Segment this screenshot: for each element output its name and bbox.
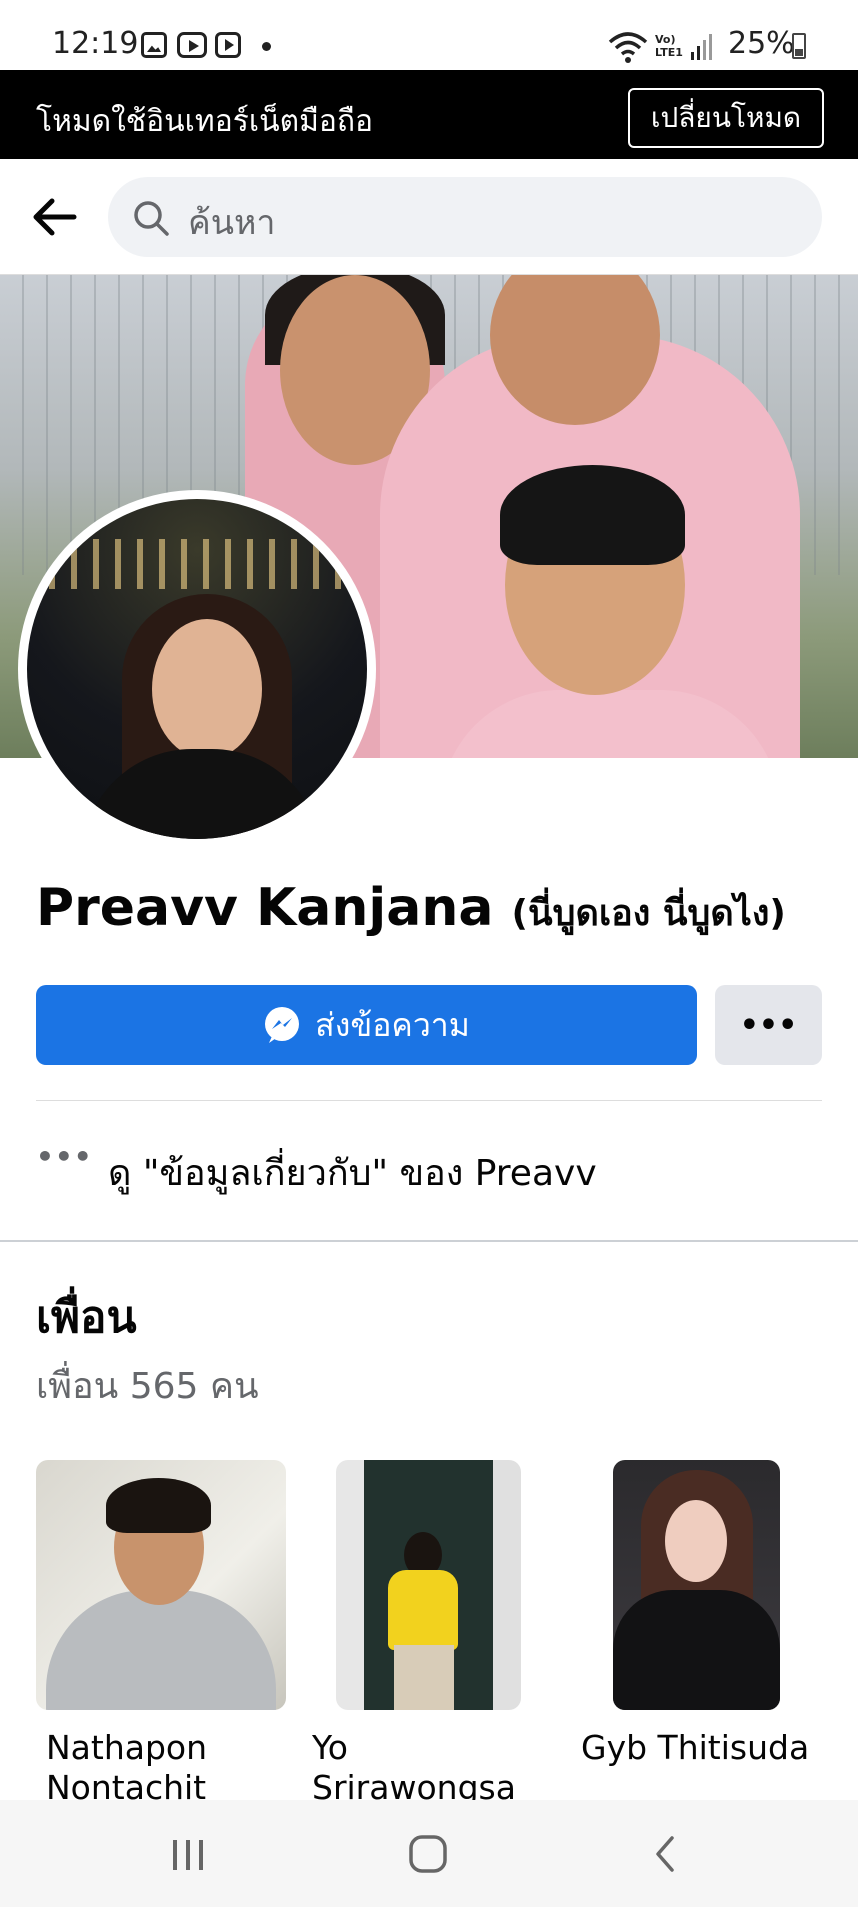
search-icon [134, 201, 169, 236]
divider [36, 1100, 822, 1101]
friend-figure [106, 1478, 211, 1533]
more-dots-icon: ••• [36, 1140, 93, 1173]
gallery-icon [141, 32, 167, 58]
notification-dot-icon [262, 42, 271, 51]
battery-percent: 25% [728, 26, 795, 61]
mobile-data-banner: โหมดใช้อินเทอร์เน็ตมือถือ เปลี่ยนโหมด [0, 70, 858, 159]
section-separator [0, 1240, 858, 1242]
battery-icon [792, 33, 806, 59]
back-icon[interactable] [650, 1834, 680, 1874]
home-icon[interactable] [408, 1834, 448, 1874]
friend-photo[interactable] [336, 1460, 521, 1710]
youtube-icon [177, 32, 207, 58]
search-box[interactable]: ค้นหา [108, 177, 822, 257]
signal-icon [691, 34, 712, 60]
friend-figure [394, 1645, 454, 1710]
profile-primary-name: Preavv Kanjana [36, 878, 494, 938]
profile-picture[interactable] [18, 490, 376, 848]
back-arrow-icon[interactable] [28, 191, 80, 243]
profile-person [152, 619, 262, 759]
recents-icon[interactable] [170, 1838, 206, 1872]
friends-title: เพื่อน [36, 1292, 137, 1343]
friend-name[interactable]: Gyb Thitisuda [581, 1728, 809, 1768]
profile-alternate-name: (นี่บูดเอง นี่บูดไง) [511, 893, 786, 934]
more-options-button[interactable]: ••• [715, 985, 822, 1065]
send-message-label: ส่งข้อความ [315, 1005, 470, 1044]
play-store-icon [215, 32, 241, 58]
about-link[interactable]: ดู "ข้อมูลเกี่ยวกับ" ของ Preavv [108, 1144, 597, 1201]
profile-bg-lights [27, 539, 367, 589]
send-message-button[interactable]: ส่งข้อความ [36, 985, 697, 1065]
friend-card[interactable]: Gyb Thitisuda [581, 1460, 809, 1767]
friend-figure [46, 1590, 276, 1710]
wifi-icon [608, 32, 648, 63]
navigation-bar [0, 1800, 858, 1907]
lte-line-2: LTE1 [655, 46, 683, 59]
search-input[interactable]: ค้นหา [188, 195, 276, 249]
messenger-icon [265, 1007, 300, 1043]
friend-figure [388, 1570, 458, 1650]
friend-card[interactable]: Yo Srirawongsa [312, 1460, 521, 1807]
switch-mode-button[interactable]: เปลี่ยนโหมด [628, 88, 824, 148]
cover-person [500, 465, 685, 565]
friend-name[interactable]: Yo Srirawongsa [312, 1728, 516, 1808]
friend-name-line-1: Gyb Thitisuda [581, 1728, 810, 1767]
friend-photo[interactable] [36, 1460, 286, 1710]
friend-name-line-1: Nathapon [46, 1728, 208, 1767]
friend-name[interactable]: Nathapon Nontachit [46, 1728, 207, 1808]
friend-figure [665, 1500, 727, 1582]
search-header: ค้นหา [0, 159, 858, 275]
about-row[interactable]: ••• ดู "ข้อมูลเกี่ยวกับ" ของ Preavv [36, 1140, 822, 1200]
banner-text: โหมดใช้อินเทอร์เน็ตมือถือ [36, 104, 374, 139]
lte-line-1: Vo) [655, 33, 676, 46]
status-bar: 12:19 Vo) LTE1 25% [0, 0, 858, 70]
profile-name: Preavv Kanjana (นี่บูดเอง นี่บูดไง) [36, 878, 786, 941]
lte-indicator: Vo) LTE1 [655, 33, 683, 59]
status-time: 12:19 [52, 26, 139, 61]
friend-card[interactable]: Nathapon Nontachit [36, 1460, 286, 1807]
friend-name-line-1: Yo [312, 1728, 348, 1767]
friend-figure [613, 1590, 780, 1710]
profile-picture-image [27, 499, 367, 839]
friend-photo[interactable] [613, 1460, 780, 1710]
friends-count[interactable]: เพื่อน 565 คน [36, 1357, 259, 1414]
